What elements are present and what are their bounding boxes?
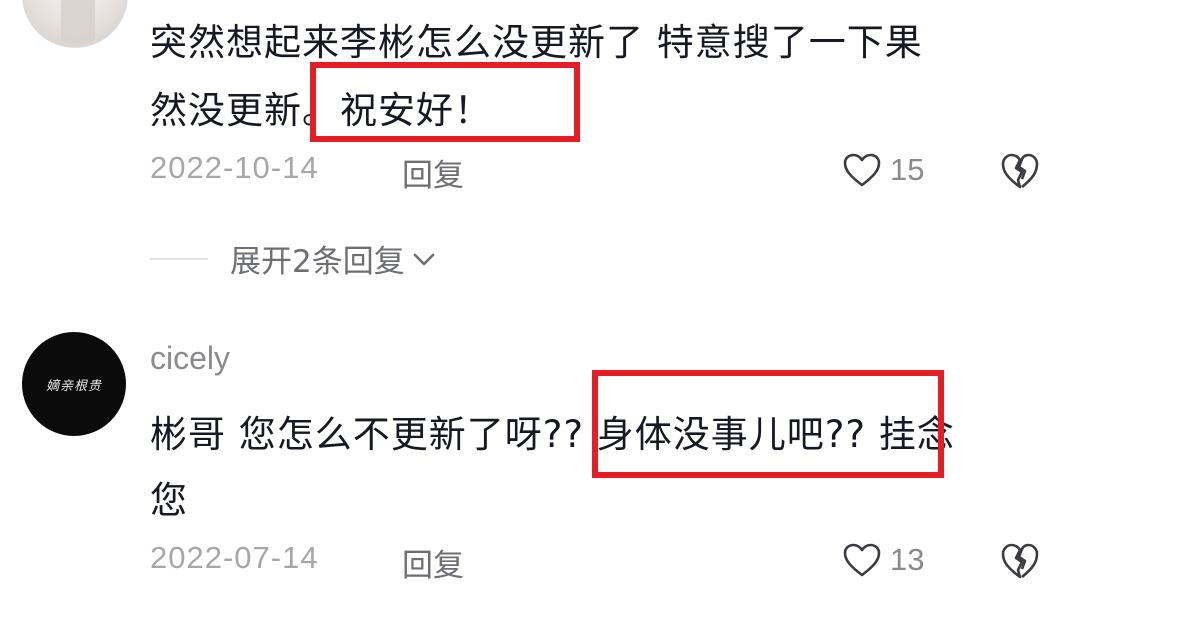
like-button[interactable]: 15 — [842, 152, 924, 188]
like-button[interactable]: 13 — [842, 542, 924, 578]
comment-text-line: 突然想起来李彬怎么没更新了 特意搜了一下果 — [150, 21, 923, 64]
avatar-text: 嫡亲根贵 — [45, 378, 102, 394]
heart-icon — [843, 153, 881, 187]
reply-button[interactable]: 回复 — [402, 540, 464, 585]
username[interactable]: cicely — [150, 340, 230, 377]
comment-text-line: 彬哥 您怎么不更新了呀?? 身体没事儿吧?? 挂念 — [150, 413, 955, 456]
like-count: 13 — [890, 542, 925, 577]
broken-heart-icon[interactable] — [1000, 152, 1040, 190]
broken-heart-icon[interactable] — [1000, 542, 1040, 580]
divider — [150, 257, 208, 260]
expand-replies[interactable]: 展开2条回复 — [150, 236, 437, 281]
comment-date: 2022-07-14 — [150, 540, 319, 575]
avatar[interactable]: 嫡亲根贵 — [22, 332, 126, 436]
heart-icon — [843, 543, 881, 577]
expand-replies-label: 展开2条回复 — [230, 244, 405, 280]
comment-text-line: 您 — [150, 479, 188, 522]
comment-text-line: 然没更新。祝安好！ — [150, 89, 492, 132]
like-count: 15 — [890, 152, 925, 187]
comment-date: 2022-10-14 — [150, 150, 319, 185]
avatar[interactable] — [22, 0, 128, 48]
avatar-figure — [61, 0, 95, 43]
reply-button[interactable]: 回复 — [402, 150, 464, 195]
chevron-down-icon — [413, 253, 435, 265]
